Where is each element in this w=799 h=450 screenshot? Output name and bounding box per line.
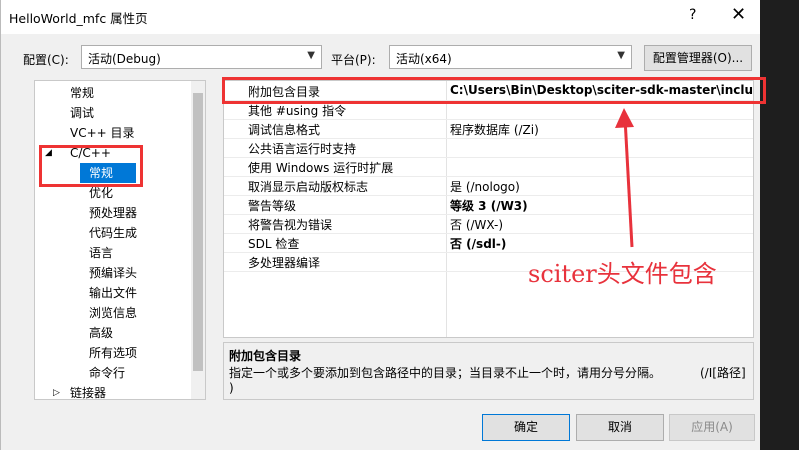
annotation-arrow — [615, 108, 634, 248]
annotation-label: sciter头文件包含 — [528, 260, 717, 288]
arrow-shaft — [623, 117, 634, 248]
arrow-head — [615, 108, 634, 128]
